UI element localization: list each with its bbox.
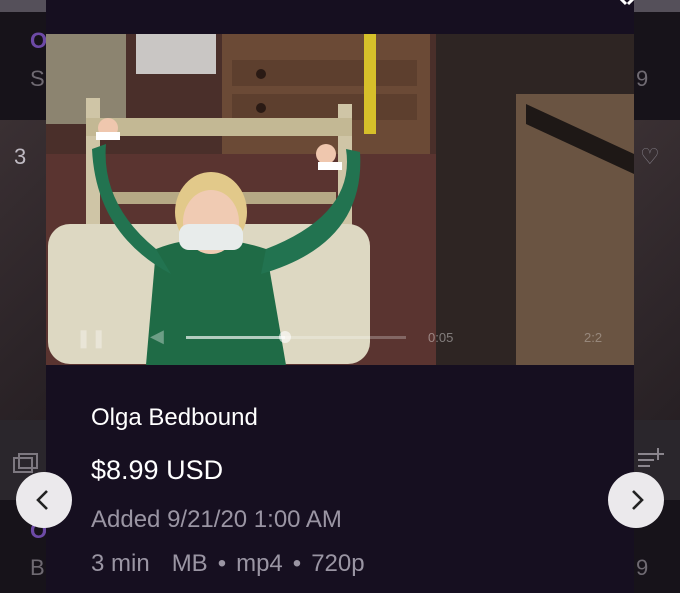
bg-count: 3	[14, 144, 27, 169]
duration: 3 min	[91, 550, 150, 577]
product-modal: ❚❚ ◀ 0:05 2:2 Olga Bedbound $8.99 USD Ad…	[46, 0, 635, 593]
bg-right-count-bottom: 9	[636, 555, 649, 580]
product-title: Olga Bedbound	[91, 404, 258, 431]
next-button[interactable]	[608, 472, 664, 528]
meta-separator: •	[292, 550, 302, 577]
bg-title-letter: O	[30, 28, 48, 53]
progress-fill	[186, 336, 285, 339]
play-icon[interactable]: ❚❚	[76, 328, 106, 349]
chevron-right-icon	[632, 490, 644, 510]
file-format: mp4	[236, 550, 283, 577]
previous-button[interactable]	[16, 472, 72, 528]
volume-icon[interactable]: ◀	[150, 326, 164, 347]
bg-right-count-top: 9	[636, 66, 649, 91]
chevron-left-icon	[36, 490, 48, 510]
file-size: MB	[171, 550, 208, 577]
heart-icon[interactable]: ♡	[640, 144, 660, 170]
video-player[interactable]: ❚❚ ◀ 0:05 2:2	[46, 34, 634, 365]
product-price: $8.99 USD	[91, 455, 224, 485]
progress-knob[interactable]	[279, 331, 291, 343]
product-meta: 3 min MB • mp4 • 720p	[91, 550, 365, 578]
meta-separator: •	[217, 550, 227, 577]
bg-subtitle-letter-bottom: B	[30, 555, 45, 580]
close-icon[interactable]	[602, 0, 652, 6]
video-controls: ❚❚ ◀ 0:05 2:2	[46, 314, 634, 364]
added-date: Added 9/21/20 1:00 AM	[91, 506, 342, 533]
bg-subtitle-letter: S	[30, 66, 45, 91]
current-time: 0:05	[428, 330, 454, 345]
resolution: 720p	[311, 550, 365, 577]
progress-track[interactable]	[186, 331, 406, 343]
total-time: 2:2	[584, 330, 603, 345]
